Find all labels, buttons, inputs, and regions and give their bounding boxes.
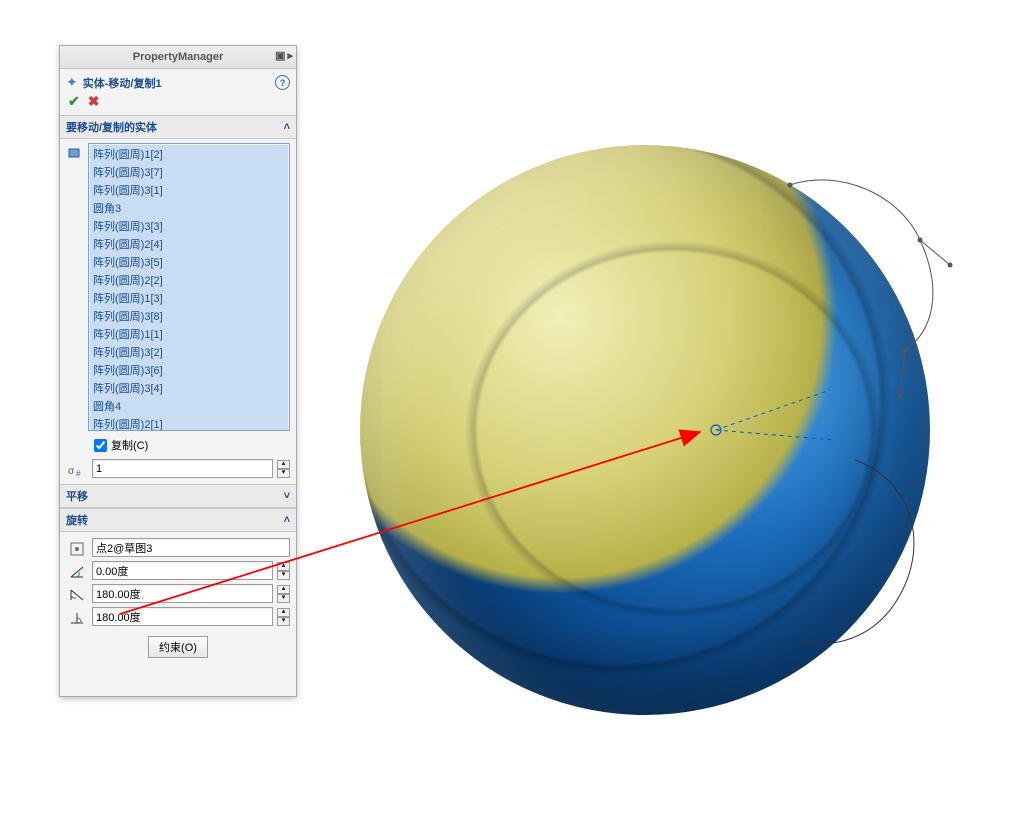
pin-icon[interactable]: ▣ (275, 49, 285, 62)
list-item[interactable]: 圆角3 (90, 199, 288, 217)
model-preview[interactable] (360, 145, 930, 715)
flyout-icon[interactable]: ▸ (287, 49, 293, 62)
feature-name: 实体-移动/复制1 (83, 75, 162, 91)
spin-up[interactable]: ▴ (277, 608, 290, 617)
property-manager-panel: PropertyManager ▣ ▸ ✦ 实体-移动/复制1 ? ✔ ✖ 要移… (59, 45, 297, 697)
help-icon[interactable]: ? (275, 75, 290, 90)
bodies-section-header[interactable]: 要移动/复制的实体 ˄ (60, 115, 296, 139)
feature-header: ✦ 实体-移动/复制1 ? (60, 69, 296, 93)
ok-button[interactable]: ✔ (68, 93, 80, 110)
copy-count-input[interactable] (92, 459, 273, 478)
angle-z-icon (66, 608, 88, 626)
angle-y-icon (66, 585, 88, 603)
property-manager-titlebar: PropertyManager ▣ ▸ (60, 46, 296, 69)
cancel-button[interactable]: ✖ (88, 93, 100, 110)
property-manager-title: PropertyManager (133, 51, 223, 63)
rotate-reference-input[interactable] (92, 538, 290, 557)
angle-y-spinner[interactable]: ▴▾ (277, 585, 290, 603)
angle-y-input[interactable] (92, 584, 273, 603)
bodies-section-title: 要移动/复制的实体 (66, 119, 157, 135)
angle-x-input[interactable] (92, 561, 273, 580)
bodies-listbox[interactable]: 阵列(圆周)1[2]阵列(圆周)3[7]阵列(圆周)3[1]圆角3阵列(圆周)3… (88, 143, 290, 431)
copy-count-icon: σ# (66, 461, 88, 477)
copy-label: 复制(C) (111, 437, 148, 453)
move-copy-body-icon: ✦ (66, 74, 78, 91)
list-item[interactable]: 阵列(圆周)1[2] (90, 145, 288, 163)
list-item[interactable]: 阵列(圆周)2[1] (90, 415, 288, 431)
spin-up[interactable]: ▴ (277, 562, 290, 571)
list-item[interactable]: 阵列(圆周)2[2] (90, 271, 288, 289)
rotate-section-title: 旋转 (66, 512, 88, 528)
copy-checkbox-row[interactable]: 复制(C) (66, 431, 290, 457)
list-item[interactable]: 阵列(圆周)3[1] (90, 181, 288, 199)
svg-text:σ: σ (68, 466, 75, 477)
angle-x-icon (66, 562, 88, 580)
translate-section-header[interactable]: 平移 ˅ (60, 484, 296, 508)
rotate-reference-icon (66, 539, 88, 557)
copy-count-spinner[interactable]: ▴ ▾ (277, 460, 290, 478)
spin-down[interactable]: ▾ (277, 469, 290, 478)
list-item[interactable]: 阵列(圆周)3[6] (90, 361, 288, 379)
angle-z-spinner[interactable]: ▴▾ (277, 608, 290, 626)
list-item[interactable]: 阵列(圆周)3[7] (90, 163, 288, 181)
svg-text:#: # (76, 469, 81, 477)
spin-up[interactable]: ▴ (277, 460, 290, 469)
list-item[interactable]: 阵列(圆周)3[8] (90, 307, 288, 325)
list-item[interactable]: 阵列(圆周)3[3] (90, 217, 288, 235)
spin-down[interactable]: ▾ (277, 594, 290, 603)
list-item[interactable]: 圆角4 (90, 397, 288, 415)
spin-down[interactable]: ▾ (277, 571, 290, 580)
angle-z-input[interactable] (92, 607, 273, 626)
list-item[interactable]: 阵列(圆周)1[3] (90, 289, 288, 307)
collapse-caret-icon: ˄ (284, 514, 290, 526)
panel-bottom-strip (60, 666, 296, 696)
bodies-icon (66, 143, 84, 431)
translate-section-title: 平移 (66, 488, 88, 504)
collapse-caret-icon: ˄ (284, 121, 290, 133)
rotate-section-header[interactable]: 旋转 ˄ (60, 508, 296, 532)
list-item[interactable]: 阵列(圆周)2[4] (90, 235, 288, 253)
constrain-button[interactable]: 约束(O) (148, 636, 208, 658)
expand-caret-icon: ˅ (284, 490, 290, 502)
angle-x-spinner[interactable]: ▴▾ (277, 562, 290, 580)
list-item[interactable]: 阵列(圆周)3[5] (90, 253, 288, 271)
list-item[interactable]: 阵列(圆周)1[1] (90, 325, 288, 343)
spin-up[interactable]: ▴ (277, 585, 290, 594)
spin-down[interactable]: ▾ (277, 617, 290, 626)
list-item[interactable]: 阵列(圆周)3[2] (90, 343, 288, 361)
list-item[interactable]: 阵列(圆周)3[4] (90, 379, 288, 397)
copy-checkbox[interactable] (94, 439, 107, 452)
